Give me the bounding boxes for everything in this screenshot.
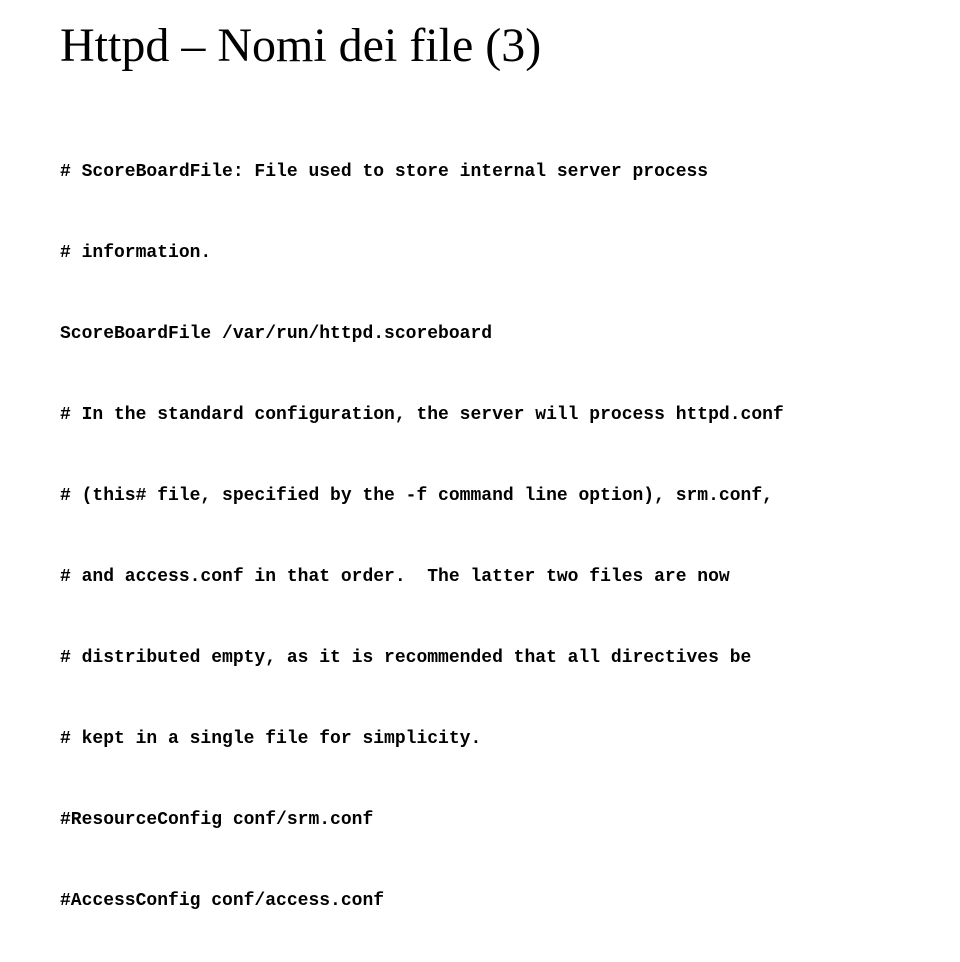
- slide-title: Httpd – Nomi dei file (3): [60, 18, 900, 73]
- code-line: # kept in a single file for simplicity.: [60, 719, 900, 760]
- code-line: ScoreBoardFile /var/run/httpd.scoreboard: [60, 314, 900, 355]
- code-line: # distributed empty, as it is recommende…: [60, 638, 900, 679]
- code-line: #AccessConfig conf/access.conf: [60, 881, 900, 922]
- code-line: # and access.conf in that order. The lat…: [60, 557, 900, 598]
- code-line: # (this# file, specified by the -f comma…: [60, 476, 900, 517]
- code-line: # ScoreBoardFile: File used to store int…: [60, 152, 900, 193]
- code-line: # In the standard configuration, the ser…: [60, 395, 900, 436]
- config-code-block: # ScoreBoardFile: File used to store int…: [60, 111, 900, 962]
- code-line: #ResourceConfig conf/srm.conf: [60, 800, 900, 841]
- code-line: # information.: [60, 233, 900, 274]
